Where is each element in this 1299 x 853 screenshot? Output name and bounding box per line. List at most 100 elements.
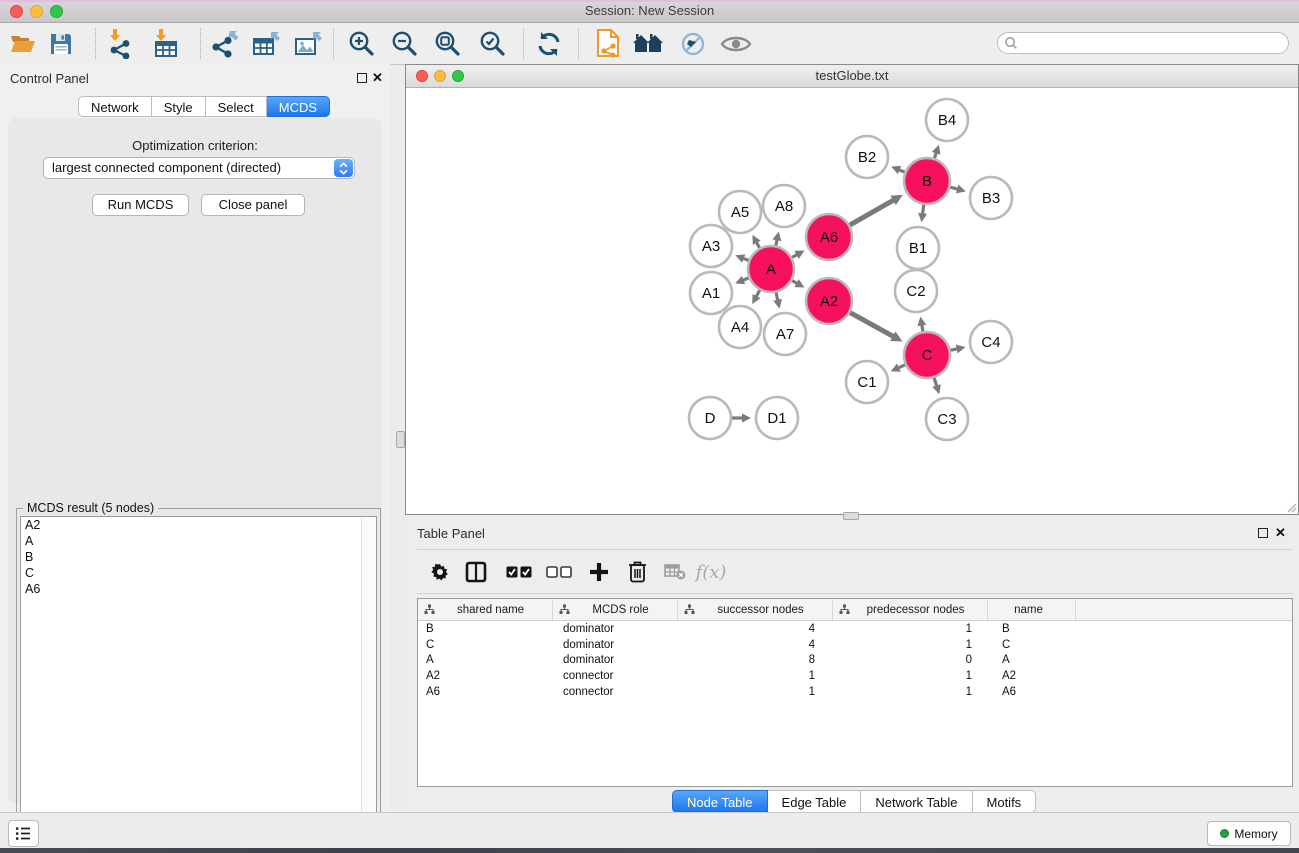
mcds-result-item[interactable]: A [21,533,376,549]
tab-edge-table[interactable]: Edge Table [768,790,862,813]
graph-node-label-B4: B4 [938,112,956,129]
cell-name: A [988,654,1076,666]
table-body: Bdominator41BCdominator41CAdominator80AA… [418,621,1292,700]
show-column-icon[interactable] [461,557,491,587]
open-session-icon[interactable] [6,27,40,61]
column-header-name[interactable]: name [988,599,1076,620]
tab-mcds[interactable]: MCDS [267,96,330,117]
cell-mcds-role: connector [553,670,678,682]
save-session-icon[interactable] [44,27,78,61]
zoom-selected-icon[interactable] [476,27,510,61]
select-all-checkboxes-icon[interactable] [504,557,534,587]
hide-annotations-icon[interactable] [676,27,710,61]
close-window-button[interactable] [10,5,23,18]
memory-button[interactable]: Memory [1207,821,1291,846]
export-image-icon[interactable] [292,27,326,61]
table-row[interactable]: A6connector11A6 [418,684,1292,700]
attribute-tree-icon [559,604,570,615]
table-row[interactable]: A2connector11A2 [418,668,1292,684]
import-table-icon[interactable] [149,27,183,61]
float-panel-icon[interactable] [357,73,367,83]
horizontal-divider-handle[interactable] [843,512,859,520]
apply-layout-icon[interactable] [532,27,566,61]
mcds-result-item[interactable]: A2 [21,517,376,533]
criterion-dropdown-value: largest connected component (directed) [52,160,281,175]
graph-node-label-B1: B1 [909,240,927,257]
mcds-result-list[interactable]: A2ABCA6 [20,516,377,844]
resize-grip-icon[interactable] [1285,501,1297,513]
cell-mcds-role: connector [553,686,678,698]
tab-style[interactable]: Style [152,96,206,117]
toolbar-separator [95,28,96,59]
cell-mcds-role: dominator [553,623,678,635]
close-table-panel-icon[interactable]: ✕ [1275,528,1286,538]
memory-status-icon [1220,829,1229,838]
zoom-window-button[interactable] [50,5,63,18]
graph-node-label-C1: C1 [857,374,876,391]
float-table-panel-icon[interactable] [1258,528,1268,538]
export-network-icon[interactable] [208,27,242,61]
function-builder-icon[interactable]: f(x) [693,557,729,587]
mcds-result-title: MCDS result (5 nodes) [23,501,158,515]
table-row[interactable]: Adominator80A [418,653,1292,669]
column-header-mcds-role[interactable]: MCDS role [553,599,678,620]
chevron-up-down-icon [334,159,353,177]
search-field[interactable] [997,32,1289,54]
clear-all-checkboxes-icon[interactable] [544,557,574,587]
minimize-view-button[interactable] [434,70,446,82]
cell-name: A6 [988,686,1076,698]
cell-name: B [988,623,1076,635]
mcds-result-item[interactable]: C [21,565,376,581]
close-view-button[interactable] [416,70,428,82]
minimize-window-button[interactable] [30,5,43,18]
import-network-icon[interactable] [104,27,138,61]
export-table-icon[interactable] [250,27,284,61]
control-panel-title: Control Panel [10,71,89,86]
tab-select[interactable]: Select [206,96,267,117]
search-input[interactable] [1018,35,1288,51]
graph-node-label-B3: B3 [982,190,1000,207]
show-graphics-details-icon[interactable] [719,27,753,61]
add-column-icon[interactable] [584,557,614,587]
new-network-from-selection-icon[interactable] [592,27,626,61]
arrowhead-icon [773,299,782,309]
zoom-out-icon[interactable] [388,27,422,61]
criterion-dropdown[interactable]: largest connected component (directed) [43,157,355,179]
tab-network-table[interactable]: Network Table [861,790,972,813]
mcds-result-item[interactable]: B [21,549,376,565]
desktop-background-strip [0,848,1299,853]
task-history-button[interactable] [8,820,39,847]
delete-column-icon[interactable] [622,557,652,587]
table-row[interactable]: Cdominator41C [418,637,1292,653]
column-header-shared-name[interactable]: shared name [418,599,553,620]
first-neighbors-icon[interactable] [631,27,665,61]
zoom-in-icon[interactable] [345,27,379,61]
delete-table-icon[interactable] [660,557,690,587]
tab-network[interactable]: Network [78,96,152,117]
close-panel-button[interactable]: Close panel [201,194,305,216]
network-canvas[interactable]: B4B2BB3A5A8A6B1A3AC2A1A2A4A7C4CC1DD1C3 [406,88,1298,514]
table-options-icon[interactable] [425,557,455,587]
mcds-result-item[interactable]: A6 [21,581,376,597]
cell-shared-name: A6 [418,686,553,698]
cell-predecessor-nodes: 0 [833,654,988,666]
tab-node-table[interactable]: Node Table [672,790,768,813]
column-header-successor-nodes[interactable]: successor nodes [678,599,833,620]
tab-motifs[interactable]: Motifs [973,790,1037,813]
main-toolbar [0,23,1299,65]
run-mcds-button[interactable]: Run MCDS [92,194,189,216]
zoom-view-button[interactable] [452,70,464,82]
cell-mcds-role: dominator [553,654,678,666]
close-panel-icon[interactable]: ✕ [372,73,383,83]
arrowhead-icon [773,231,782,241]
vertical-divider-handle[interactable] [396,431,405,448]
graph-edge-A2-C[interactable] [850,313,897,339]
table-row[interactable]: Bdominator41B [418,621,1292,637]
cell-successor-nodes: 4 [678,639,833,651]
column-header-predecessor-nodes[interactable]: predecessor nodes [833,599,988,620]
graph-node-label-A: A [766,261,776,278]
graph-edge-A6-B[interactable] [850,198,898,225]
zoom-fit-icon[interactable] [431,27,465,61]
scrollbar-track[interactable] [361,518,375,842]
arrowhead-icon [956,185,966,194]
